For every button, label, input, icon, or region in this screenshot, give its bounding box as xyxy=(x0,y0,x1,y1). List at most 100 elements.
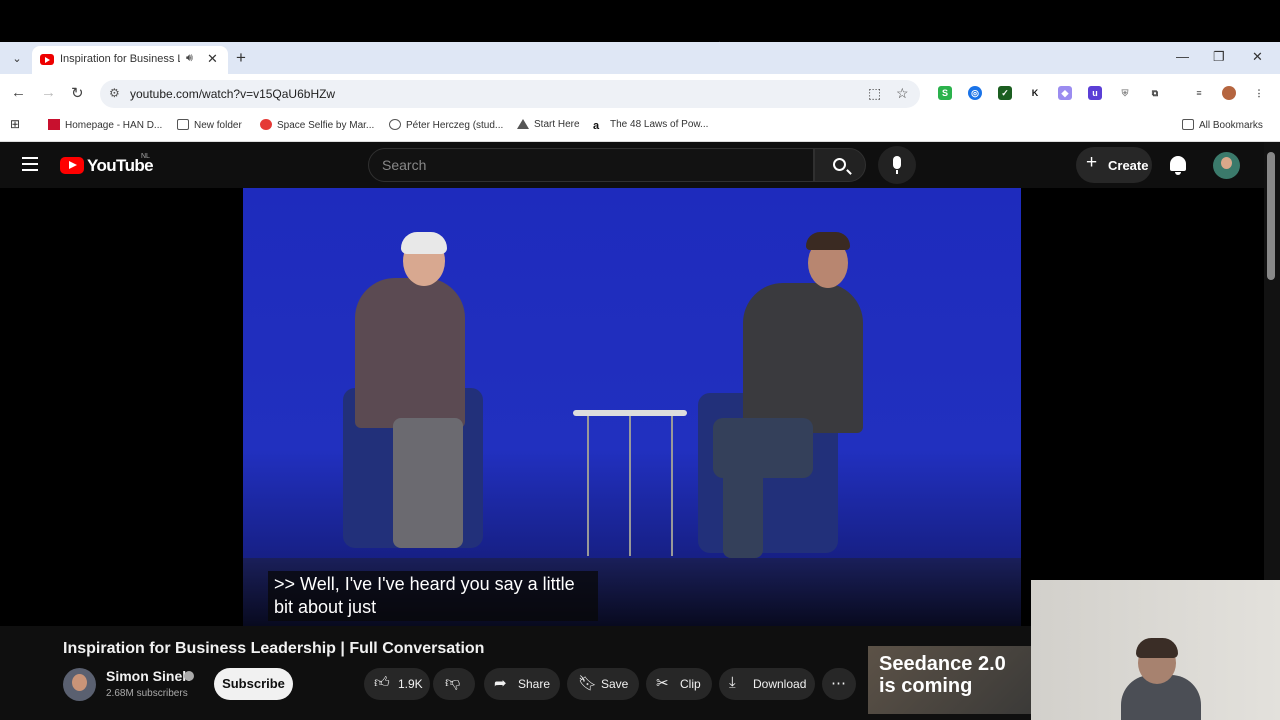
browser-tab-strip: ⌄ Inspiration for Business Lea 🔊︎ ✕ + — … xyxy=(0,42,1280,74)
bookmark-star-icon[interactable]: ☆ xyxy=(896,85,909,102)
left-person-hair xyxy=(401,232,447,254)
youtube-logo-icon[interactable] xyxy=(60,157,84,174)
video-captions: >> Well, I've I've heard you say a littl… xyxy=(268,571,598,621)
all-bookmarks[interactable]: All Bookmarks xyxy=(1182,119,1263,131)
webcam-overlay xyxy=(1031,580,1280,720)
bookmark-item[interactable]: Homepage - HAN D... xyxy=(48,119,162,131)
webcam-person-hair xyxy=(1136,638,1178,658)
tab-title: Inspiration for Business Lea xyxy=(60,53,180,65)
forward-icon[interactable]: → xyxy=(41,84,56,101)
back-icon[interactable]: ← xyxy=(11,84,26,101)
close-tab-icon[interactable]: ✕ xyxy=(207,51,218,67)
reload-icon[interactable]: ↻ xyxy=(71,84,84,102)
extension-check-icon[interactable]: ✓ xyxy=(998,86,1012,100)
amazon-icon: a xyxy=(593,120,600,132)
like-count: 1.9K xyxy=(398,677,423,691)
triangle-icon xyxy=(517,119,529,129)
video-player[interactable]: >> Well, I've I've heard you say a littl… xyxy=(0,188,1264,626)
left-person-legs xyxy=(393,418,463,548)
mic-icon xyxy=(893,156,901,174)
download-button[interactable]: ⤓ Download xyxy=(719,668,815,700)
install-app-icon[interactable]: ⬚ xyxy=(868,85,881,102)
sidebar-ad[interactable]: Seedance 2.0 is coming xyxy=(868,646,1031,714)
bookmark-item[interactable]: a The 48 Laws of Pow... xyxy=(593,119,708,132)
notifications-bell-icon[interactable] xyxy=(1170,156,1186,175)
bookmark-item[interactable]: Space Selfie by Mar... xyxy=(260,119,374,131)
space-selfie-icon xyxy=(260,119,272,130)
table-leg xyxy=(671,416,673,556)
verified-badge-icon xyxy=(184,671,194,681)
speaker-icon[interactable]: 🔊︎ xyxy=(186,52,193,65)
folder-icon xyxy=(1182,119,1194,130)
table-leg xyxy=(629,416,631,556)
extension-pill-icon[interactable]: ◆ xyxy=(1058,86,1072,100)
bookmark-item[interactable]: Péter Herczeg (stud... xyxy=(389,119,503,131)
share-icon: ➦ xyxy=(494,675,507,692)
bookmark-item[interactable]: New folder xyxy=(177,119,242,131)
restore-icon[interactable]: ❐ xyxy=(1213,49,1225,65)
channel-name[interactable]: Simon Sinek xyxy=(106,668,190,684)
extension-shield-icon[interactable]: ⛨ xyxy=(1118,86,1132,100)
url-text[interactable]: youtube.com/watch?v=v15QaU6bHZw xyxy=(130,87,335,101)
right-person xyxy=(743,283,863,433)
youtube-header: YouTube NL Search + Create xyxy=(0,142,1264,188)
right-person-hair xyxy=(806,232,850,250)
bookmarks-bar: ⊞ Homepage - HAN D... New folder Space S… xyxy=(0,112,1280,142)
extension-k-icon[interactable]: K xyxy=(1028,86,1042,100)
thumbs-up-icon: 👍︎ xyxy=(374,674,390,691)
download-icon: ⤓ xyxy=(729,674,736,691)
share-button[interactable]: ➦ Share xyxy=(484,668,560,700)
search-button[interactable] xyxy=(814,148,866,182)
table-leg xyxy=(587,416,589,556)
close-window-icon[interactable]: ✕ xyxy=(1252,49,1263,65)
channel-avatar[interactable] xyxy=(63,668,96,701)
country-code: NL xyxy=(141,153,150,160)
dislike-button[interactable]: 👎︎ xyxy=(433,668,475,700)
address-bar[interactable]: ⚙ youtube.com/watch?v=v15QaU6bHZw ⬚ ☆ xyxy=(100,80,920,108)
media-controls-icon[interactable]: ≡ xyxy=(1192,86,1206,100)
like-button[interactable]: 👍︎ 1.9K xyxy=(364,668,430,700)
more-actions-button[interactable]: ⋯ xyxy=(822,668,856,700)
menu-icon[interactable] xyxy=(22,157,38,171)
ad-line: Seedance 2.0 xyxy=(879,653,1006,675)
tab-search-icon[interactable]: ⌄ xyxy=(8,50,26,68)
folder-icon xyxy=(177,119,189,130)
extension-s-icon[interactable]: S xyxy=(938,86,952,100)
profile-avatar-icon[interactable] xyxy=(1222,86,1236,100)
han-icon xyxy=(48,119,60,130)
minimize-icon[interactable]: — xyxy=(1176,49,1189,64)
left-person xyxy=(355,278,465,428)
video-title: Inspiration for Business Leadership | Fu… xyxy=(63,640,485,657)
extension-u-icon[interactable]: u xyxy=(1088,86,1102,100)
right-person-shin xyxy=(723,468,763,558)
apps-grid-icon[interactable]: ⊞ xyxy=(10,117,20,131)
extension-circle-icon[interactable]: ◎ xyxy=(968,86,982,100)
subscriber-count: 2.68M subscribers xyxy=(106,688,188,699)
voice-search-button[interactable] xyxy=(878,146,916,184)
more-icon: ⋯ xyxy=(831,675,846,692)
bookmark-item[interactable]: Start Here xyxy=(517,119,580,130)
browser-tab-active[interactable]: Inspiration for Business Lea 🔊︎ ✕ xyxy=(32,46,228,74)
scrollbar-thumb[interactable] xyxy=(1267,152,1275,280)
subscribe-button[interactable]: Subscribe xyxy=(214,668,293,700)
create-button[interactable]: + Create xyxy=(1076,147,1152,183)
extensions-puzzle-icon[interactable]: ⧉ xyxy=(1148,86,1162,100)
site-info-icon[interactable]: ⚙ xyxy=(109,86,120,100)
search-input[interactable]: Search xyxy=(368,148,814,182)
bookmark-icon: 🔖︎ xyxy=(578,675,598,692)
video-frame[interactable] xyxy=(243,188,1021,626)
caption-line: bit about just xyxy=(274,597,377,617)
user-avatar[interactable] xyxy=(1213,152,1240,179)
save-button[interactable]: 🔖︎ Save xyxy=(567,668,639,700)
browser-menu-icon[interactable]: ⋮ xyxy=(1252,86,1266,100)
clip-button[interactable]: ✂ Clip xyxy=(646,668,712,700)
caption-line: >> Well, I've I've heard you say a littl… xyxy=(274,574,575,594)
browser-toolbar: ← → ↻ ⚙ youtube.com/watch?v=v15QaU6bHZw … xyxy=(0,74,1280,112)
search-icon xyxy=(833,158,846,171)
ad-line: is coming xyxy=(879,675,973,697)
new-tab-icon[interactable]: + xyxy=(236,48,246,68)
youtube-favicon-icon xyxy=(40,54,54,65)
thumbs-down-icon: 👎︎ xyxy=(445,674,461,691)
globe-icon xyxy=(389,119,401,130)
plus-icon: + xyxy=(1086,152,1098,173)
